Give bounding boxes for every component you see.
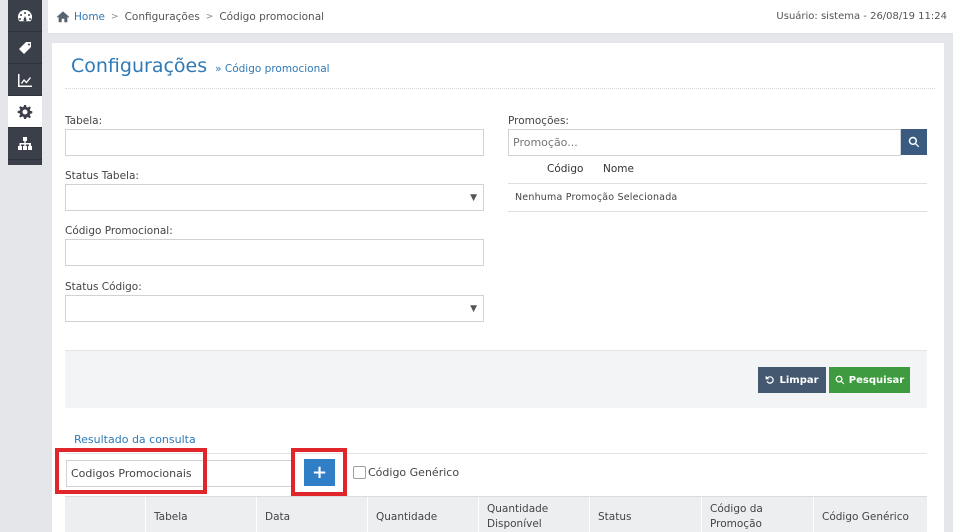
table-header-cell[interactable]: Quantidade Disponível <box>478 497 583 532</box>
undo-icon <box>766 375 775 384</box>
divider <box>508 183 927 184</box>
table-header-cell[interactable]: Data <box>256 497 367 532</box>
breadcrumb-home[interactable]: Home <box>56 10 105 24</box>
page-header: Configurações » Código promocional <box>65 43 935 89</box>
highlight-box <box>291 448 347 496</box>
gear-icon <box>17 104 33 119</box>
table-header-cell[interactable]: Status <box>589 497 701 532</box>
dashboard-icon <box>18 9 32 21</box>
sidebar-item-structure[interactable] <box>8 128 42 160</box>
table-header-cell[interactable]: Código Genérico <box>813 497 927 532</box>
table-header-cell <box>65 497 145 532</box>
breadcrumb-item: Código promocional <box>219 10 325 23</box>
limpar-label: Limpar <box>779 374 819 386</box>
status-tabela-label: Status Tabela: <box>65 170 139 182</box>
sidebar-item-settings[interactable] <box>8 96 42 128</box>
filter-action-bar: Limpar Pesquisar <box>65 350 927 408</box>
chart-icon <box>18 73 32 87</box>
chevron-down-icon: ▼ <box>470 193 477 203</box>
codigo-generico-label: Código Genérico <box>368 466 460 479</box>
status-tabela-select[interactable]: ▼ <box>65 184 484 211</box>
pesquisar-label: Pesquisar <box>848 374 905 386</box>
breadcrumb-separator-icon: > <box>205 11 214 22</box>
breadcrumb-item[interactable]: Configurações <box>125 11 200 23</box>
codigo-generico-checkbox[interactable] <box>353 466 366 479</box>
sitemap-icon <box>18 136 32 150</box>
sidebar-item-reports[interactable] <box>8 64 42 96</box>
user-info: Usuário: sistema - 26/08/19 11:24 <box>776 11 947 22</box>
table-header-cell[interactable]: Tabela <box>145 497 256 532</box>
table-header-cell[interactable]: Quantidade <box>367 497 478 532</box>
promocao-placeholder: Promoção... <box>513 136 578 149</box>
home-icon <box>56 10 70 22</box>
sidebar-item-dashboard[interactable] <box>8 0 42 32</box>
promocao-search-button[interactable] <box>901 129 927 155</box>
chevron-down-icon: ▼ <box>470 304 477 314</box>
status-codigo-select[interactable]: ▼ <box>65 295 484 322</box>
top-bar: Home > Configurações > Código promociona… <box>48 0 953 34</box>
promocao-col-nome: Nome <box>603 163 634 175</box>
breadcrumb: Home > Configurações > Código promociona… <box>56 10 324 24</box>
resultado-consulta-tab[interactable]: Resultado da consulta <box>74 433 196 446</box>
page-title: Configurações <box>71 54 208 77</box>
page-subtitle: » Código promocional <box>215 62 330 75</box>
promocao-col-codigo: Código <box>547 163 584 175</box>
divider <box>508 211 927 212</box>
promocao-search-input[interactable]: Promoção... <box>508 129 901 156</box>
codigo-promocional-input[interactable] <box>65 239 484 266</box>
limpar-button[interactable]: Limpar <box>758 367 826 393</box>
codigo-promocional-label: Código Promocional: <box>65 225 173 237</box>
search-icon <box>908 136 920 148</box>
highlight-box <box>55 448 207 494</box>
pesquisar-button[interactable]: Pesquisar <box>829 367 910 393</box>
status-codigo-label: Status Código: <box>65 281 142 293</box>
table-header-cell[interactable]: Código da Promoção <box>701 497 791 532</box>
breadcrumb-separator-icon: > <box>111 11 119 22</box>
sidebar-item-promotions[interactable] <box>8 32 42 64</box>
sidebar <box>8 0 42 165</box>
tag-icon <box>19 41 31 54</box>
breadcrumb-home-label: Home <box>74 10 106 23</box>
promocao-empty-message: Nenhuma Promoção Selecionada <box>515 192 678 203</box>
results-table-header: Tabela Data Quantidade Quantidade Dispon… <box>65 496 927 532</box>
tabela-input[interactable] <box>65 129 484 156</box>
search-icon <box>835 375 845 385</box>
tabela-label: Tabela: <box>65 115 103 127</box>
promocoes-label: Promoções: <box>508 115 569 127</box>
